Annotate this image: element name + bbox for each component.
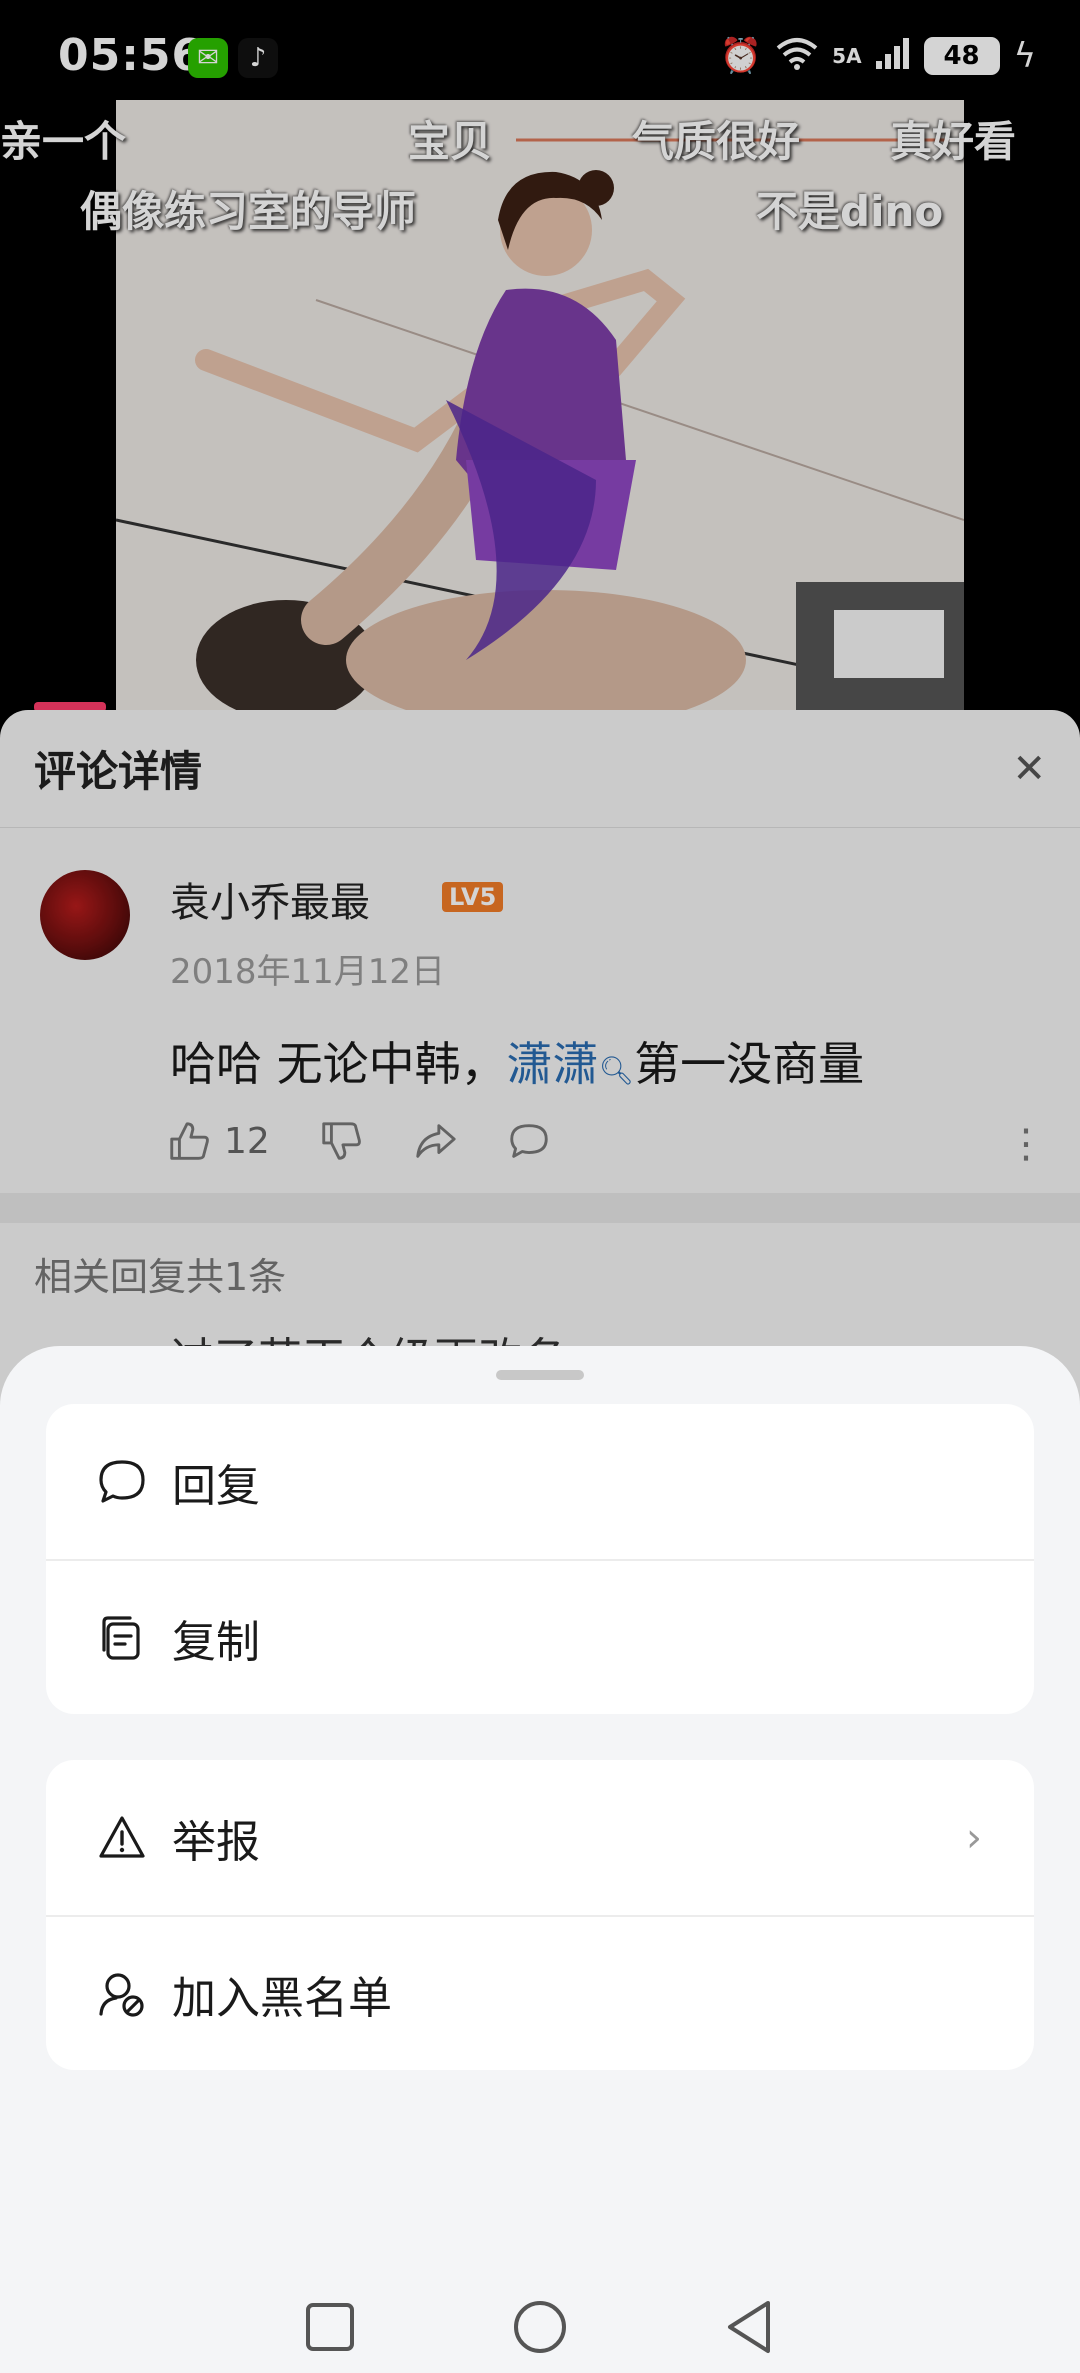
menu-group-primary: 回复 复制 [46, 1404, 1034, 1714]
back-button[interactable] [720, 2297, 780, 2357]
menu-label: 复制 [172, 1616, 260, 1668]
chevron-right-icon: › [966, 1814, 982, 1861]
action-sheet: 回复 复制 举报 › 加入黑名单 [0, 1346, 1080, 2373]
menu-label: 加入黑名单 [172, 1972, 392, 2024]
menu-item-copy[interactable]: 复制 [46, 1559, 1034, 1714]
menu-item-report[interactable]: 举报 › [46, 1760, 1034, 1915]
warning-icon [99, 1815, 145, 1858]
menu-item-blacklist[interactable]: 加入黑名单 [46, 1915, 1034, 2070]
menu-label: 回复 [172, 1460, 260, 1512]
menu-item-reply[interactable]: 回复 [46, 1404, 1034, 1559]
menu-group-secondary: 举报 › 加入黑名单 [46, 1760, 1034, 2070]
circle-icon [514, 2300, 566, 2353]
menu-label: 举报 [172, 1816, 260, 1868]
home-button[interactable] [510, 2297, 570, 2357]
system-nav-bar [0, 2280, 1080, 2373]
recent-apps-button[interactable] [300, 2297, 360, 2357]
chat-bubble-icon [99, 1459, 145, 1503]
back-triangle-icon [728, 2300, 770, 2353]
block-user-icon [99, 1972, 144, 2017]
copy-icon [102, 1615, 140, 1660]
drag-handle[interactable] [496, 1370, 584, 1380]
square-icon [306, 2302, 354, 2351]
